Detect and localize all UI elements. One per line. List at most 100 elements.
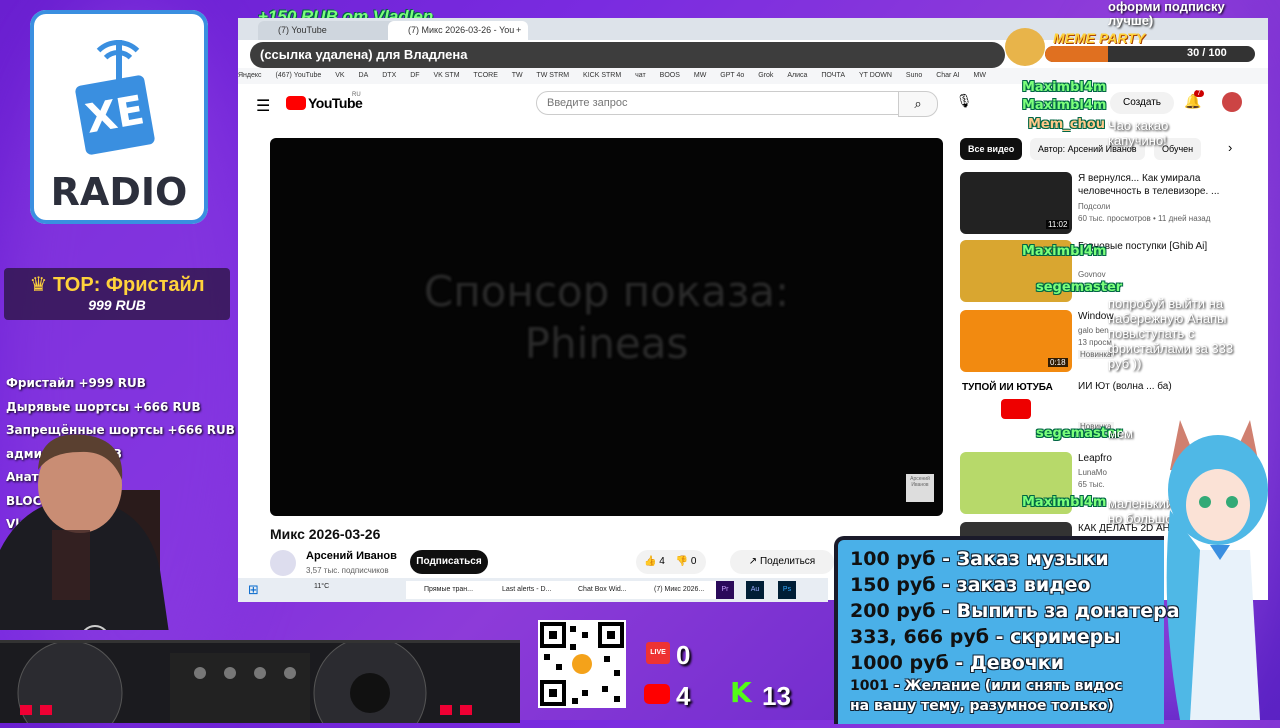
- bookmark-item[interactable]: Яндекс: [238, 72, 262, 79]
- taskbar-item[interactable]: Last alerts - D...: [484, 581, 564, 599]
- antenna-icon: [116, 40, 122, 80]
- bookmark-item[interactable]: YT DOWN: [859, 72, 892, 79]
- price-item: 333, 666 руб - скримеры: [850, 626, 1121, 648]
- kick-icon: K: [730, 676, 752, 709]
- bookmark-item[interactable]: BOOS: [660, 72, 680, 79]
- thumbs-up-icon[interactable]: 👍: [644, 556, 656, 567]
- sidebar-video-channel: galo ben: [1078, 326, 1109, 335]
- bookmark-item[interactable]: VK STM: [433, 72, 459, 79]
- live-icon: LIVE: [646, 642, 670, 664]
- youtube-region: RU: [352, 92, 361, 98]
- chat-username: segemaster: [1036, 280, 1123, 295]
- windows-start-icon[interactable]: ⊞: [248, 581, 262, 599]
- chat-username: Mem_chou: [1028, 117, 1105, 132]
- live-viewer-count: 0: [676, 640, 691, 670]
- video-duration: 11:02: [1046, 220, 1070, 229]
- share-icon: ↗: [748, 556, 760, 567]
- bookmark-item[interactable]: TW STRM: [536, 72, 569, 79]
- youtube-viewer-count: 4: [676, 681, 691, 711]
- chat-top-message: оформи подписку лучше): [1108, 0, 1225, 28]
- channel-name[interactable]: Арсений Иванов: [306, 550, 397, 562]
- like-dislike-group: 👍 4 👎 0: [636, 550, 706, 574]
- dj-controller: [0, 636, 520, 728]
- bookmark-item[interactable]: Алиса: [787, 72, 807, 79]
- chat-username: Maximbl4m: [1022, 495, 1107, 510]
- youtube-logo-icon[interactable]: [286, 96, 306, 110]
- sidebar-video-channel: Govnov: [1078, 270, 1106, 279]
- menu-icon[interactable]: ☰: [256, 96, 270, 116]
- bookmark-item[interactable]: чат: [635, 72, 646, 79]
- doge-icon: [1005, 28, 1045, 66]
- donation-qr-code[interactable]: [538, 620, 626, 708]
- chat-message: Чао какао капучино!: [1108, 118, 1169, 148]
- premiere-icon[interactable]: Pr: [716, 581, 734, 599]
- create-button[interactable]: Создать: [1110, 92, 1174, 114]
- photoshop-icon[interactable]: Ps: [778, 581, 796, 599]
- sidebar-video[interactable]: 11:02 Я вернулся... Как умирала человечн…: [960, 172, 1260, 236]
- video-player[interactable]: Спонсор показа: Phineas Арсений Иванов: [270, 138, 943, 516]
- thumbs-down-icon[interactable]: 👎: [676, 556, 688, 567]
- search-input[interactable]: [536, 91, 908, 115]
- bookmark-item[interactable]: MW: [974, 72, 986, 79]
- streamer-webcam: [0, 434, 169, 630]
- bookmark-item[interactable]: ПОЧТА: [821, 72, 845, 79]
- bookmark-item[interactable]: MW: [694, 72, 706, 79]
- weather-temp: 11°C: [314, 583, 330, 590]
- video-title: Микс 2026-03-26: [270, 526, 381, 542]
- bookmark-item[interactable]: DTX: [382, 72, 396, 79]
- top-donor-amount: 999 RUB: [88, 297, 146, 313]
- taskbar-item[interactable]: Chat Box Wid...: [560, 581, 640, 599]
- bookmark-item[interactable]: TCORE: [473, 72, 498, 79]
- youtube-icon: [644, 684, 670, 704]
- search-icon[interactable]: ⌕: [898, 91, 938, 117]
- sidebar-video-channel: LunaMo: [1078, 468, 1107, 477]
- sidebar-video-channel: Подсоли: [1078, 202, 1111, 211]
- bookmark-item[interactable]: DF: [410, 72, 419, 79]
- bookmark-item[interactable]: VK: [335, 72, 344, 79]
- price-item: 1001 - Желание (или снять видос: [850, 678, 1123, 694]
- bookmark-item[interactable]: Grok: [758, 72, 773, 79]
- channel-watermark[interactable]: Арсений Иванов: [906, 474, 934, 502]
- bookmark-item[interactable]: TW: [512, 72, 523, 79]
- avatar[interactable]: [1222, 92, 1242, 112]
- chat-message: попробуй выйти на набережную Анапы повыс…: [1108, 296, 1234, 371]
- microphone-icon[interactable]: 🎙: [954, 93, 974, 113]
- tab-mix-video[interactable]: (7) Микс 2026-03-26 - You: [388, 21, 528, 40]
- price-list: 100 руб - Заказ музыки 150 руб - заказ в…: [834, 536, 1180, 724]
- new-tab-button[interactable]: +: [516, 21, 530, 40]
- tab-youtube[interactable]: (7) YouTube: [258, 21, 398, 40]
- crown-icon: ♛: [29, 274, 53, 296]
- bookmark-item[interactable]: Char AI: [936, 72, 959, 79]
- bookmark-item[interactable]: KICK STRM: [583, 72, 621, 79]
- share-button[interactable]: ↗ Поделиться: [730, 550, 834, 574]
- donation-item: Фристайл +999 RUB: [6, 376, 146, 390]
- channel-avatar[interactable]: [270, 550, 296, 576]
- meme-party-goal: MEME PARTY 30 / 100: [1005, 28, 1255, 66]
- top-donor-box: ♛ TOP: Фристайл 999 RUB: [4, 268, 230, 320]
- subscribe-button[interactable]: Подписаться: [410, 550, 488, 574]
- price-item: на вашу тему, разумное только): [850, 698, 1114, 714]
- vtuber-avatar: [1166, 420, 1268, 720]
- logo-xe: XE: [74, 74, 156, 156]
- chat-username: Maximbl4m: [1022, 98, 1107, 113]
- bookmark-item[interactable]: (467) YouTube: [276, 72, 322, 79]
- bookmark-item[interactable]: GPT 4o: [720, 72, 744, 79]
- bookmark-item[interactable]: Suno: [906, 72, 922, 79]
- alert-banner: (ссылка удалена) для Владлена: [250, 42, 1005, 68]
- youtube-header: ☰ YouTube RU ⌕ 🎙 Создать 🔔 7: [238, 86, 1268, 120]
- sidebar-video-title: Я вернулся... Как умирала человечность в…: [1078, 173, 1220, 197]
- chevron-right-icon[interactable]: ›: [1228, 140, 1232, 155]
- taskbar-item[interactable]: (7) Микс 2026...: [636, 581, 718, 599]
- meme-party-title: MEME PARTY: [1053, 30, 1146, 46]
- taskbar-item[interactable]: Прямые тран...: [406, 581, 496, 599]
- chip-all[interactable]: Все видео: [960, 138, 1023, 160]
- price-item: 1000 руб - Девочки: [850, 652, 1065, 674]
- audition-icon[interactable]: Au: [746, 581, 764, 599]
- sidebar-video-meta: 13 просм: [1078, 338, 1112, 347]
- donation-item: Дырявые шортсы +666 RUB: [6, 399, 201, 414]
- price-item: 200 руб - Выпить за донатера: [850, 600, 1180, 622]
- bookmark-item[interactable]: DA: [359, 72, 369, 79]
- subscriber-count: 3,57 тыс. подписчиков: [306, 566, 389, 575]
- meme-progress-text: 30 / 100: [1187, 47, 1227, 59]
- bookmarks-bar: Яндекс (467) YouTube VK DA DTX DF VK STM…: [238, 68, 1268, 84]
